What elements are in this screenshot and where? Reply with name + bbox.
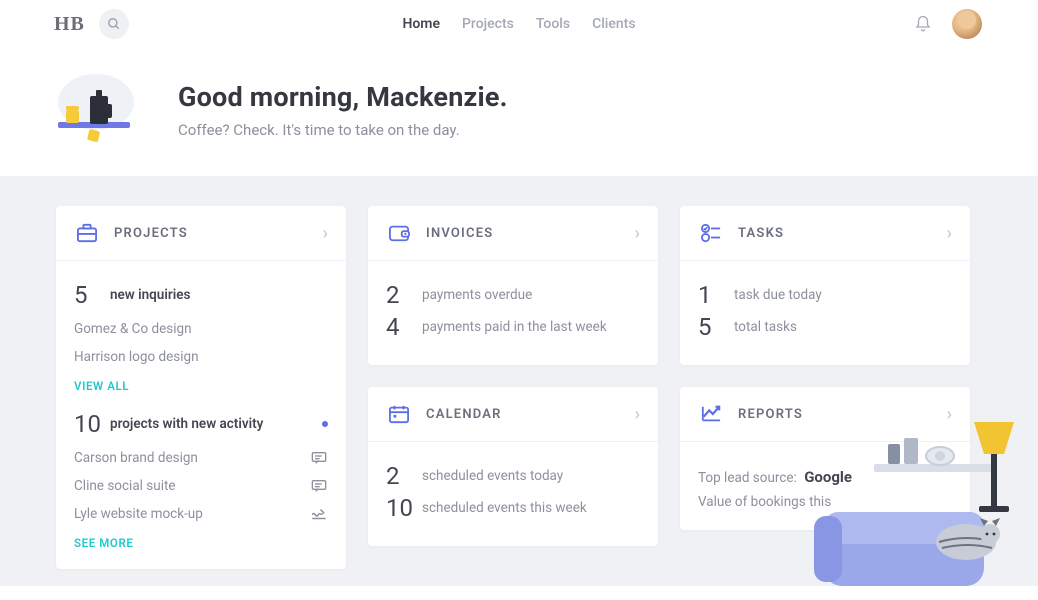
stat-count: 5 xyxy=(698,315,722,339)
view-all-link[interactable]: VIEW ALL xyxy=(74,379,129,393)
signature-icon xyxy=(310,506,328,522)
calendar-title: CALENDAR xyxy=(426,407,502,422)
list-item[interactable]: Gomez & Co design xyxy=(74,315,328,343)
notifications-button[interactable] xyxy=(912,13,934,35)
main: PROJECTS › 5 new inquiries Gomez & Co de… xyxy=(0,176,1038,586)
stat-label: payments paid in the last week xyxy=(422,319,607,335)
message-icon xyxy=(310,478,328,494)
invoices-title: INVOICES xyxy=(426,226,493,241)
page-subtitle: Coffee? Check. It's time to take on the … xyxy=(178,121,508,139)
chevron-right-icon: › xyxy=(635,223,640,244)
inquiries-count: 5 xyxy=(74,283,98,307)
nav-projects[interactable]: Projects xyxy=(462,16,514,32)
avatar[interactable] xyxy=(952,9,982,39)
reports-card: REPORTS › Top lead source: Google Value … xyxy=(680,387,970,530)
chevron-right-icon: › xyxy=(947,404,952,425)
stat-count: 2 xyxy=(386,464,410,488)
calendar-header[interactable]: CALENDAR › xyxy=(368,387,658,442)
activity-item-label: Carson brand design xyxy=(74,450,310,466)
stat-label: scheduled events this week xyxy=(422,500,587,516)
bookings-label: Value of bookings this xyxy=(698,494,831,510)
stat-count: 2 xyxy=(386,283,410,307)
stat-label: payments overdue xyxy=(422,287,532,303)
tasks-header[interactable]: TASKS › xyxy=(680,206,970,261)
checklist-icon xyxy=(698,222,724,244)
wallet-icon xyxy=(386,222,412,244)
chevron-right-icon: › xyxy=(323,223,328,244)
message-icon xyxy=(310,450,328,466)
activity-item[interactable]: Carson brand design xyxy=(74,444,328,472)
calendar-icon xyxy=(386,403,412,425)
lead-source-label: Top lead source: xyxy=(698,470,797,486)
stat-label: task due today xyxy=(734,287,822,303)
reports-header[interactable]: REPORTS › xyxy=(680,387,970,442)
projects-card: PROJECTS › 5 new inquiries Gomez & Co de… xyxy=(56,206,346,569)
calendar-card: CALENDAR › 2 scheduled events today 10 s… xyxy=(368,387,658,546)
hero: Good morning, Mackenzie. Coffee? Check. … xyxy=(0,48,1038,176)
stat-count: 4 xyxy=(386,315,410,339)
tasks-card: TASKS › 1 task due today 5 total tasks xyxy=(680,206,970,365)
activity-count: 10 xyxy=(74,412,98,436)
invoices-header[interactable]: INVOICES › xyxy=(368,206,658,261)
stat-count: 1 xyxy=(698,283,722,307)
activity-indicator-dot xyxy=(322,421,328,427)
inquiries-label: new inquiries xyxy=(110,287,190,303)
activity-item[interactable]: Cline social suite xyxy=(74,472,328,500)
tasks-title: TASKS xyxy=(738,226,784,241)
nav-home[interactable]: Home xyxy=(402,16,440,32)
projects-header[interactable]: PROJECTS › xyxy=(56,206,346,261)
stat-label: total tasks xyxy=(734,319,797,335)
lead-source-value: Google xyxy=(804,468,852,486)
stat-count: 10 xyxy=(386,496,410,520)
stat-label: scheduled events today xyxy=(422,468,563,484)
logo[interactable]: HB xyxy=(12,13,85,36)
nav-tools[interactable]: Tools xyxy=(536,16,570,32)
activity-item-label: Lyle website mock-up xyxy=(74,506,310,522)
chart-icon xyxy=(698,403,724,425)
activity-item-label: Cline social suite xyxy=(74,478,310,494)
search-icon xyxy=(107,17,121,31)
nav-clients[interactable]: Clients xyxy=(592,16,635,32)
invoices-card: INVOICES › 2 payments overdue 4 payments… xyxy=(368,206,658,365)
topbar: HB Home Projects Tools Clients xyxy=(0,0,1038,48)
activity-label: projects with new activity xyxy=(110,416,263,432)
chevron-right-icon: › xyxy=(635,404,640,425)
reports-title: REPORTS xyxy=(738,407,803,422)
projects-title: PROJECTS xyxy=(114,226,188,241)
hero-illustration xyxy=(56,72,150,148)
briefcase-icon xyxy=(74,222,100,244)
search-button[interactable] xyxy=(99,9,129,39)
chevron-right-icon: › xyxy=(947,223,952,244)
see-more-link[interactable]: SEE MORE xyxy=(74,536,133,550)
nav: Home Projects Tools Clients xyxy=(212,16,826,32)
bell-icon xyxy=(914,15,932,33)
page-title: Good morning, Mackenzie. xyxy=(178,81,508,113)
activity-item[interactable]: Lyle website mock-up xyxy=(74,500,328,528)
list-item[interactable]: Harrison logo design xyxy=(74,343,328,371)
